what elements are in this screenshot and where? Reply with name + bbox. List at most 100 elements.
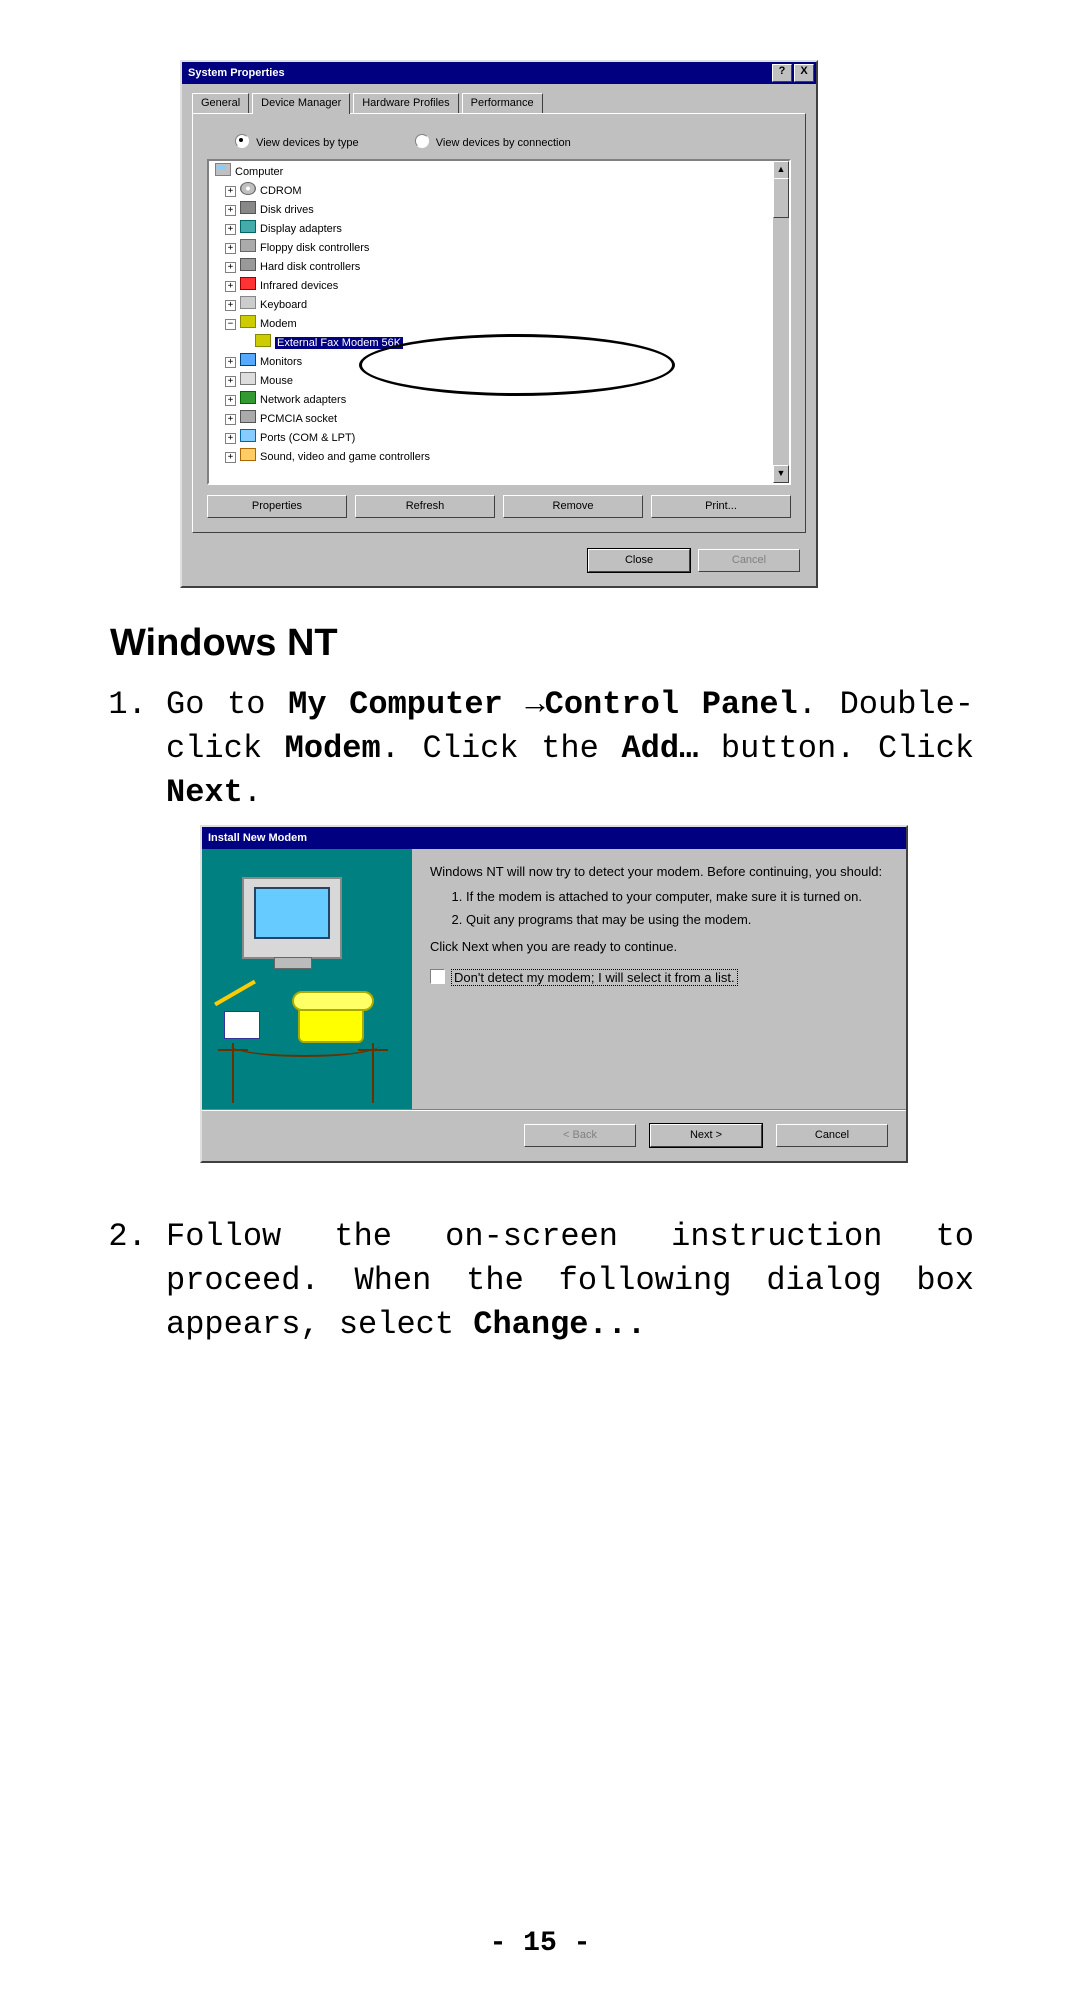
close-icon[interactable]: X (794, 64, 814, 82)
tree-item[interactable]: + Floppy disk controllers (215, 239, 789, 258)
tree-item-label: CDROM (260, 185, 302, 197)
tree-item[interactable]: + Hard disk controllers (215, 258, 789, 277)
scroll-up-icon[interactable]: ▲ (773, 161, 789, 179)
cancel-button[interactable]: Cancel (776, 1124, 888, 1147)
system-properties-dialog: System Properties ? X General Device Man… (180, 60, 818, 588)
properties-button[interactable]: Properties (207, 495, 347, 518)
expand-icon[interactable]: + (225, 376, 236, 387)
tab-general[interactable]: General (192, 93, 249, 113)
tree-item-label: Floppy disk controllers (260, 242, 369, 254)
expand-icon[interactable]: + (225, 395, 236, 406)
tree-item[interactable]: + Sound, video and game controllers (215, 448, 789, 467)
device-icon (240, 296, 256, 309)
expand-icon[interactable]: + (225, 300, 236, 311)
scroll-thumb[interactable] (773, 178, 789, 218)
next-button[interactable]: Next > (650, 1124, 762, 1147)
tree-item[interactable]: + Monitors (215, 353, 789, 372)
dont-detect-checkbox[interactable] (430, 969, 445, 984)
tree-item-label: Keyboard (260, 299, 307, 311)
scroll-down-icon[interactable]: ▼ (773, 465, 789, 483)
wizard-step-2: Quit any programs that may be using the … (466, 911, 888, 928)
tree-item-label: Infrared devices (260, 280, 338, 292)
radio-by-type[interactable] (235, 134, 249, 148)
wizard-continue: Click Next when you are ready to continu… (430, 938, 888, 955)
expand-icon[interactable]: + (225, 224, 236, 235)
dialog-title: Install New Modem (208, 829, 904, 847)
tree-item[interactable]: + Mouse (215, 372, 789, 391)
dialog-title: System Properties (188, 64, 770, 82)
remove-button[interactable]: Remove (503, 495, 643, 518)
device-icon (240, 448, 256, 461)
tree-item[interactable]: + Keyboard (215, 296, 789, 315)
expand-icon[interactable]: + (225, 452, 236, 463)
tree-child-label: External Fax Modem 56K (275, 337, 403, 349)
device-icon (240, 429, 256, 442)
tree-item[interactable]: + CDROM (215, 182, 789, 201)
device-icon (240, 277, 256, 290)
tree-item-label: Mouse (260, 375, 293, 387)
expand-icon[interactable]: − (225, 319, 236, 330)
device-tree[interactable]: Computer +CDROM+Disk drives+Display adap… (207, 159, 791, 485)
tree-item-label: Network adapters (260, 394, 346, 406)
tab-hardware-profiles[interactable]: Hardware Profiles (353, 93, 458, 113)
wizard-artwork (202, 849, 412, 1109)
radio-by-type-label: View devices by type (256, 137, 359, 149)
cancel-button: Cancel (698, 549, 800, 572)
device-icon (240, 201, 256, 214)
device-icon (240, 258, 256, 271)
device-icon (240, 220, 256, 233)
expand-icon[interactable]: + (225, 281, 236, 292)
tree-item-label: Hard disk controllers (260, 261, 360, 273)
tree-item[interactable]: − Modem (215, 315, 789, 334)
expand-icon[interactable]: + (225, 243, 236, 254)
radio-by-connection-label: View devices by connection (436, 137, 571, 149)
expand-icon[interactable]: + (225, 205, 236, 216)
expand-icon[interactable]: + (225, 357, 236, 368)
back-button: < Back (524, 1124, 636, 1147)
tree-item[interactable]: + Display adapters (215, 220, 789, 239)
modem-icon (255, 334, 271, 347)
wire-icon (230, 1033, 380, 1057)
tab-body: View devices by type View devices by con… (192, 113, 806, 533)
device-icon (240, 239, 256, 252)
expand-icon[interactable]: + (225, 186, 236, 197)
tree-item[interactable]: +Disk drives (215, 201, 789, 220)
device-icon (240, 372, 256, 385)
radio-by-connection[interactable] (415, 134, 429, 148)
computer-icon (215, 163, 231, 176)
scrollbar[interactable]: ▲ ▼ (773, 161, 789, 483)
tree-item-label: Sound, video and game controllers (260, 451, 430, 463)
help-icon[interactable]: ? (772, 64, 792, 82)
tree-item-label: Modem (260, 318, 297, 330)
tab-device-manager[interactable]: Device Manager (252, 93, 350, 114)
device-icon (240, 182, 256, 195)
step-2: Follow the on-screen instruction to proc… (166, 1215, 980, 1347)
tree-child-item[interactable]: External Fax Modem 56K (215, 334, 789, 353)
pencil-icon (214, 980, 256, 1006)
wizard-intro: Windows NT will now try to detect your m… (430, 863, 888, 880)
refresh-button[interactable]: Refresh (355, 495, 495, 518)
tree-item-label: Ports (COM & LPT) (260, 432, 355, 444)
tree-item[interactable]: + Infrared devices (215, 277, 789, 296)
tree-item-label: Monitors (260, 356, 302, 368)
pole-icon (372, 1043, 374, 1103)
monitor-icon (242, 877, 342, 959)
tree-root: Computer (235, 166, 283, 178)
tree-item[interactable]: + Network adapters (215, 391, 789, 410)
install-new-modem-dialog: Install New Modem Wi (200, 825, 908, 1163)
print-button[interactable]: Print... (651, 495, 791, 518)
tree-item[interactable]: +PCMCIA socket (215, 410, 789, 429)
expand-icon[interactable]: + (225, 414, 236, 425)
dont-detect-label[interactable]: Don't detect my modem; I will select it … (451, 969, 738, 986)
tab-performance[interactable]: Performance (462, 93, 543, 113)
expand-icon[interactable]: + (225, 433, 236, 444)
expand-icon[interactable]: + (225, 262, 236, 273)
close-button[interactable]: Close (588, 549, 690, 572)
device-icon (240, 353, 256, 366)
device-icon (240, 315, 256, 328)
tree-item-label: Display adapters (260, 223, 342, 235)
pole-icon (232, 1043, 234, 1103)
titlebar: System Properties ? X (182, 62, 816, 84)
device-icon (240, 410, 256, 423)
tree-item[interactable]: + Ports (COM & LPT) (215, 429, 789, 448)
